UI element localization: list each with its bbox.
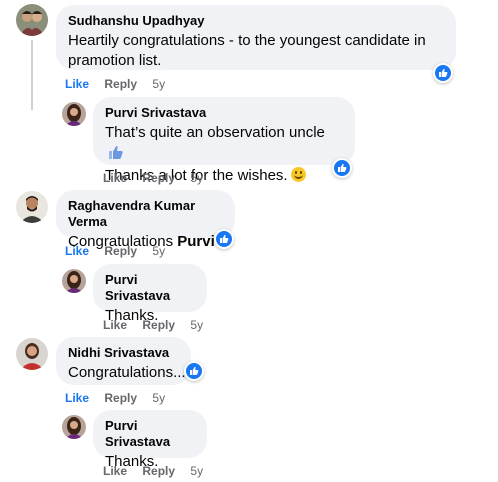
comment-actions: Like Reply 5y: [65, 77, 177, 91]
like-reaction-icon[interactable]: [433, 63, 453, 83]
like-link[interactable]: Like: [65, 244, 89, 258]
reply-link[interactable]: Reply: [104, 391, 137, 405]
like-link[interactable]: Like: [65, 77, 89, 91]
avatar[interactable]: [16, 191, 48, 223]
avatar[interactable]: [62, 102, 86, 126]
reply-link[interactable]: Reply: [104, 244, 137, 258]
timestamp[interactable]: 5y: [190, 318, 203, 332]
reply-link[interactable]: Reply: [142, 318, 175, 332]
avatar[interactable]: [62, 269, 86, 293]
comment-author[interactable]: Sudhanshu Upadhyay: [68, 13, 444, 29]
like-link[interactable]: Like: [65, 391, 89, 405]
timestamp[interactable]: 5y: [152, 244, 165, 258]
avatar[interactable]: [62, 415, 86, 439]
reply-link[interactable]: Reply: [142, 171, 175, 185]
comment-author[interactable]: Raghavendra Kumar Verma: [68, 198, 223, 230]
comment-bubble: Nidhi Srivastava Congratulations...: [56, 337, 191, 385]
avatar[interactable]: [16, 338, 48, 370]
like-link[interactable]: Like: [103, 171, 127, 185]
like-link[interactable]: Like: [103, 318, 127, 332]
timestamp[interactable]: 5y: [152, 77, 165, 91]
comment-actions: Like Reply 5y: [103, 318, 215, 332]
comment-actions: Like Reply 5y: [103, 171, 215, 185]
comment-author[interactable]: Purvi Srivastava: [105, 418, 195, 450]
timestamp[interactable]: 5y: [190, 464, 203, 478]
reply-link[interactable]: Reply: [104, 77, 137, 91]
comment-text: Congratulations...: [68, 364, 186, 381]
mention-link[interactable]: Purvi: [177, 233, 215, 250]
comment-actions: Like Reply 5y: [103, 464, 215, 478]
comment-actions: Like Reply 5y: [65, 244, 177, 258]
timestamp[interactable]: 5y: [152, 391, 165, 405]
thumbs-up-emoji-icon: [108, 144, 124, 166]
like-reaction-icon[interactable]: [332, 158, 352, 178]
like-reaction-icon[interactable]: [184, 361, 204, 381]
comment-bubble: Purvi Srivastava That’s quite an observa…: [93, 97, 355, 184]
comment-author[interactable]: Nidhi Srivastava: [68, 345, 179, 361]
comment-author[interactable]: Purvi Srivastava: [105, 105, 343, 121]
like-reaction-icon[interactable]: [214, 229, 234, 249]
comment-bubble: Raghavendra Kumar Verma Congratulations …: [56, 190, 235, 250]
comment-author[interactable]: Purvi Srivastava: [105, 272, 195, 304]
comment-bubble: Sudhanshu Upadhyay Heartily congratulati…: [56, 5, 456, 70]
smile-emoji-icon: [290, 167, 306, 182]
comment-bubble: Purvi Srivastava Thanks.: [93, 410, 207, 470]
avatar[interactable]: [16, 4, 48, 36]
timestamp[interactable]: 5y: [190, 171, 203, 185]
comment-bubble: Purvi Srivastava Thanks.: [93, 264, 207, 324]
like-link[interactable]: Like: [103, 464, 127, 478]
comment-text: Heartily congratulations - to the younge…: [68, 32, 426, 69]
comment-actions: Like Reply 5y: [65, 391, 177, 405]
thread-line: [31, 40, 33, 110]
reply-link[interactable]: Reply: [142, 464, 175, 478]
